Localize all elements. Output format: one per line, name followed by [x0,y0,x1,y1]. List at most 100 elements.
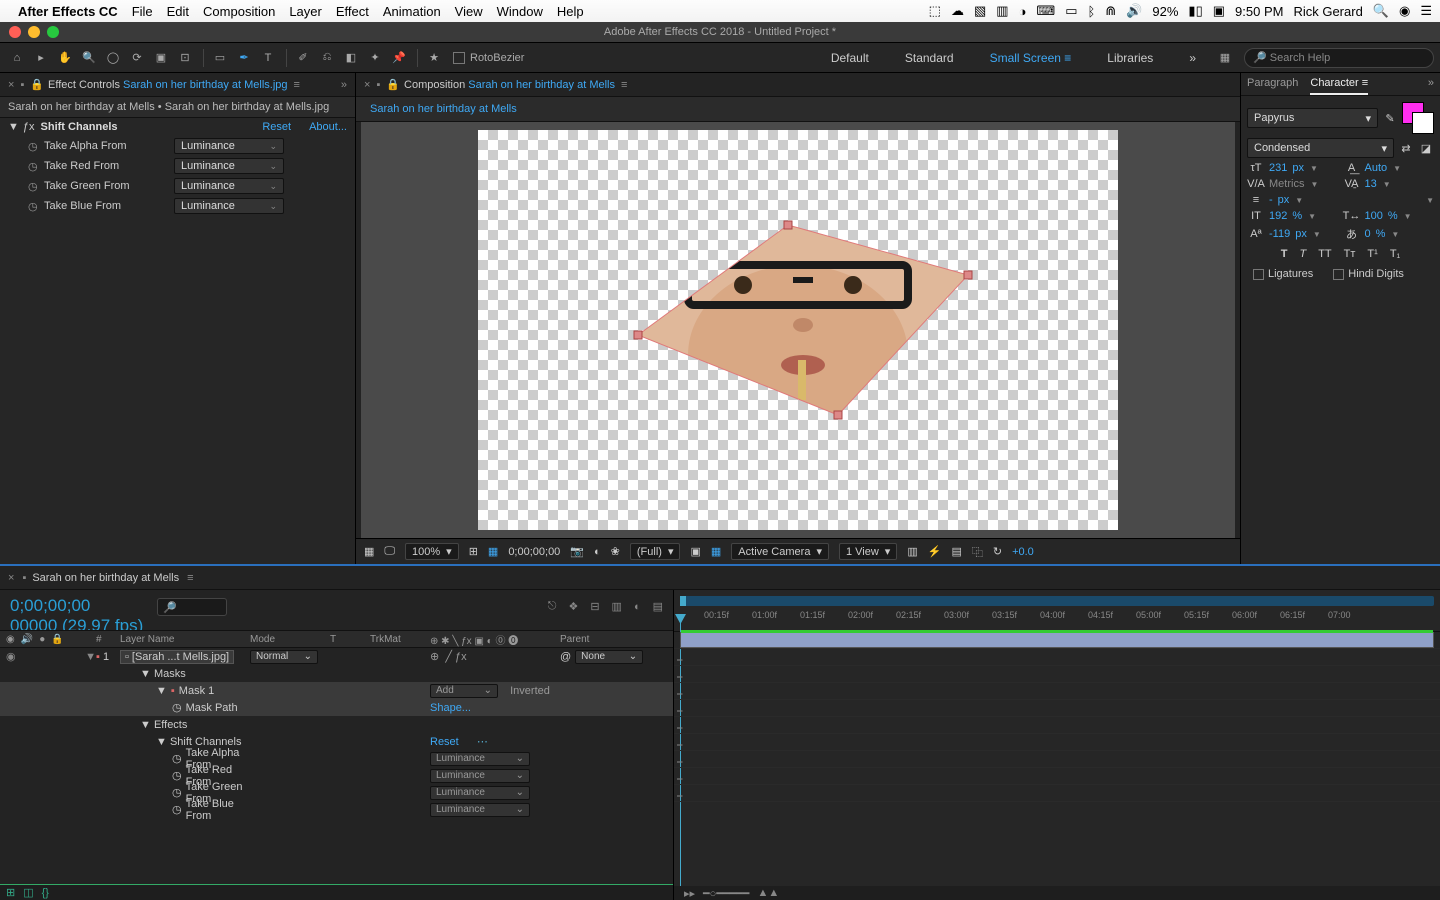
maximize-window-button[interactable] [47,26,59,38]
swap-colors-icon[interactable]: ⇄ [1398,142,1414,155]
brush-tool-icon[interactable]: ✐ [292,47,314,69]
mask-path-row[interactable]: ◷ Mask PathShape... [0,699,673,716]
kerning-field[interactable]: V/AMetrics▼ [1247,178,1339,190]
keyboard-icon[interactable]: ⌨︎ [1036,3,1055,19]
composition-canvas[interactable] [478,130,1118,530]
timeline-zoom[interactable]: ▸▸━○━━━━━▲▲ [674,886,1440,900]
color-swatch[interactable] [1402,102,1434,134]
motion-blur-icon[interactable]: ◐ [634,601,641,613]
panel-expand-icon[interactable]: » [341,79,347,91]
monitor-icon[interactable]: 🖵 [384,545,395,558]
stopwatch-icon[interactable]: ◷ [28,200,40,213]
reset-exposure-icon[interactable]: ↻ [993,545,1002,558]
effect-about-link[interactable]: About... [309,121,347,133]
mask-shape[interactable] [618,225,978,428]
mask-mode-dropdown[interactable]: Add⌄ [430,684,498,698]
parent-dropdown[interactable]: None⌄ [575,650,643,664]
font-size-field[interactable]: τT231px▼ [1247,162,1339,174]
ligatures-checkbox[interactable]: Ligatures [1253,268,1313,280]
battery-icon[interactable]: ▮▯ [1188,3,1202,19]
stopwatch-icon[interactable]: ◷ [172,701,182,714]
property-dropdown[interactable]: Luminance⌄ [430,752,530,766]
av-toggle-icon[interactable]: ◉ [6,634,15,645]
close-window-button[interactable] [9,26,21,38]
stroke-style-dropdown[interactable]: ▼ [1343,196,1435,205]
effect-property-row[interactable]: ◷ Take Blue FromLuminance⌄ [0,801,673,818]
keyframe-marker-icon[interactable]: ⎯ [677,705,684,712]
panel-menu-icon[interactable]: ≡ [294,79,300,91]
layer-duration-bar[interactable] [680,632,1434,648]
nvidia-icon[interactable]: ▧ [974,3,986,19]
shape-link[interactable]: Shape... [430,702,471,714]
effect-property-row[interactable]: ◷ Take Alpha FromLuminance⌄ [0,750,673,767]
keyframe-marker-icon[interactable]: ⎯ [677,773,684,780]
graph-editor-icon[interactable]: ▤ [653,600,663,613]
eyedropper-icon[interactable]: ✎ [1382,112,1398,125]
search-help-input[interactable]: 🔎 Search Help [1244,48,1434,68]
timeline-tab[interactable]: Sarah on her birthday at Mells [32,572,179,584]
menu-edit[interactable]: Edit [167,4,189,19]
battery-percent[interactable]: 92% [1152,4,1178,19]
default-colors-icon[interactable]: ◪ [1418,142,1434,155]
pan-behind-tool-icon[interactable]: ⊡ [174,47,196,69]
effect-property-row[interactable]: ◷ Take Red FromLuminance⌄ [0,767,673,784]
toggle-switches-icon[interactable]: ⊞ [6,886,15,899]
cc-icon[interactable]: ☁︎ [951,3,964,19]
audio-icon[interactable]: 🔊 [21,634,33,645]
layer-row[interactable]: ◉▼ ▪ 1 ▫[Sarah ...t Mells.jpg] Normal⌄ ⊕… [0,648,673,665]
toggle-modes-icon[interactable]: ◫ [23,886,33,899]
property-dropdown[interactable]: Luminance⌄ [430,803,530,817]
hand-tool-icon[interactable]: ✋ [54,47,76,69]
clone-tool-icon[interactable]: ⎌ [316,47,338,69]
frame-blend-icon[interactable]: ▥ [612,600,622,613]
comp-breadcrumb[interactable]: Sarah on her birthday at Mells [356,97,1240,122]
bluetooth-icon[interactable]: ᛒ [1087,4,1095,19]
dropbox-icon[interactable]: ⬚ [929,3,941,19]
clock[interactable]: 9:50 PM [1235,4,1283,19]
tab-character[interactable]: Character ≡ [1310,77,1368,95]
rotate-tool-icon[interactable]: ⟳ [126,47,148,69]
workspace-libraries[interactable]: Libraries [1089,51,1171,65]
blend-mode-dropdown[interactable]: Normal⌄ [250,650,318,664]
work-area-bar[interactable] [680,596,1434,606]
workspace-standard[interactable]: Standard [887,51,972,65]
menu-view[interactable]: View [455,4,483,19]
timecode-display[interactable]: 0;00;00;00 [508,546,560,558]
zoom-dropdown[interactable]: 100%▾ [405,543,459,560]
transparency-grid-icon[interactable]: ▦ [488,545,498,558]
menu-animation[interactable]: Animation [383,4,441,19]
allcaps-button[interactable]: TT [1318,248,1331,260]
wifi-icon[interactable]: ⋒ [1105,3,1116,19]
composition-viewer[interactable] [361,122,1235,538]
user-name[interactable]: Rick Gerard [1293,4,1362,19]
keyframe-marker-icon[interactable]: ⎯ [677,671,684,678]
lock-icon[interactable]: 🔒 [386,78,400,91]
current-timecode[interactable]: 0;00;00;00 [10,596,143,616]
fx-enable-icon[interactable]: ƒx [23,121,35,133]
hindi-digits-checkbox[interactable]: Hindi Digits [1333,268,1404,280]
shy-icon[interactable]: ⊟ [590,600,599,613]
volume-icon[interactable]: 🔊 [1126,3,1142,19]
spotlight-icon[interactable]: 🔍 [1373,3,1389,19]
puppet-tool-icon[interactable]: 📌 [388,47,410,69]
panel-menu-icon[interactable]: ≡ [621,79,627,91]
channel-icon[interactable]: ◐ [594,546,601,558]
property-dropdown[interactable]: Luminance⌄ [174,178,284,194]
guides-icon[interactable]: ▦ [711,545,721,558]
close-tab-icon[interactable]: × [8,572,14,584]
effect-controls-tab[interactable]: Effect Controls Sarah on her birthday at… [48,79,287,91]
resolution-dropdown[interactable]: (Full)▾ [630,543,681,560]
tab-paragraph[interactable]: Paragraph [1247,77,1298,95]
app-name[interactable]: After Effects CC [18,4,118,19]
view-dropdown[interactable]: 1 View▾ [839,543,897,560]
workspace-default[interactable]: Default [813,51,887,65]
composition-tab[interactable]: Composition Sarah on her birthday at Mel… [404,79,615,91]
workspace-settings-icon[interactable]: ▦ [1214,47,1236,69]
snapshot-icon[interactable]: 📷 [570,545,584,558]
grid-icon[interactable]: ▦ [364,545,374,558]
reset-link[interactable]: Reset [430,736,459,748]
menu-window[interactable]: Window [497,4,543,19]
camera-tool-icon[interactable]: ▣ [150,47,172,69]
stopwatch-icon[interactable]: ◷ [172,803,182,816]
tray-icon[interactable]: ▥ [996,3,1008,19]
